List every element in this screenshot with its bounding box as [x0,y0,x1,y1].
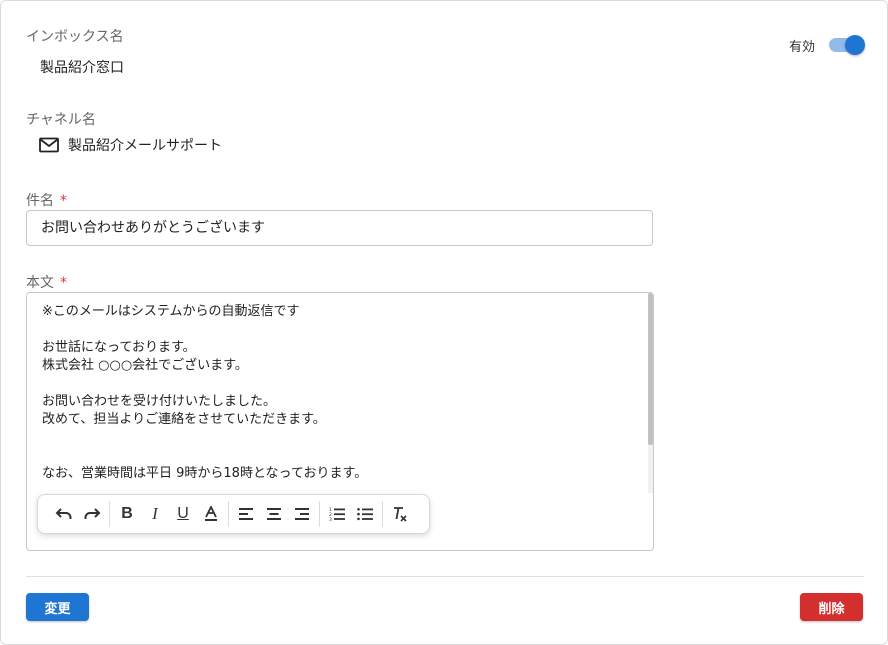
status-toggle-label: 有効 [789,39,816,55]
toolbar-divider [319,501,320,527]
inbox-name-value: 製品紹介窓口 [40,60,124,76]
subject-input[interactable]: お問い合わせありがとうございます [26,210,653,246]
status-toggle[interactable] [829,35,866,55]
editor-scrollbar-thumb[interactable] [648,293,653,445]
undo-icon[interactable] [50,500,78,528]
text-color-icon[interactable] [197,500,225,528]
delete-button[interactable]: 削除 [800,593,863,621]
subject-label: 件名 * [26,190,67,210]
italic-icon[interactable]: I [141,500,169,528]
rich-text-toolbar: B I U 123 [37,494,430,534]
body-label-text: 本文 [26,275,54,291]
channel-name-row: 製品紹介メールサポート [39,135,222,155]
redo-icon[interactable] [78,500,106,528]
inbox-settings-card: インボックス名 製品紹介窓口 有効 チャネル名 製品紹介メールサポート 件名 * … [0,0,888,645]
numbered-list-icon[interactable]: 123 [323,500,351,528]
subject-label-text: 件名 [26,193,54,209]
inbox-name-label: インボックス名 [26,29,124,45]
toolbar-divider [228,501,229,527]
underline-icon[interactable]: U [169,500,197,528]
bold-icon[interactable]: B [113,500,141,528]
footer-divider [26,576,864,577]
required-mark: * [60,275,67,291]
channel-name-label: チャネル名 [26,112,96,128]
channel-name-value: 製品紹介メールサポート [68,138,222,154]
clear-format-icon[interactable] [386,500,414,528]
svg-text:3: 3 [329,517,332,521]
status-toggle-group: 有効 [789,35,866,55]
body-label: 本文 * [26,272,67,292]
required-mark: * [60,193,67,209]
align-center-icon[interactable] [260,500,288,528]
toolbar-divider [382,501,383,527]
editor-scrollbar[interactable] [648,293,653,493]
body-editor-content[interactable]: ※このメールはシステムからの自動返信です お世話になっております。 株式会社 ○… [42,303,632,483]
bullet-list-icon[interactable] [351,500,379,528]
align-right-icon[interactable] [288,500,316,528]
mail-icon [39,137,59,153]
toolbar-divider [109,501,110,527]
align-left-icon[interactable] [232,500,260,528]
toggle-knob [845,35,866,55]
save-button[interactable]: 変更 [26,593,89,621]
